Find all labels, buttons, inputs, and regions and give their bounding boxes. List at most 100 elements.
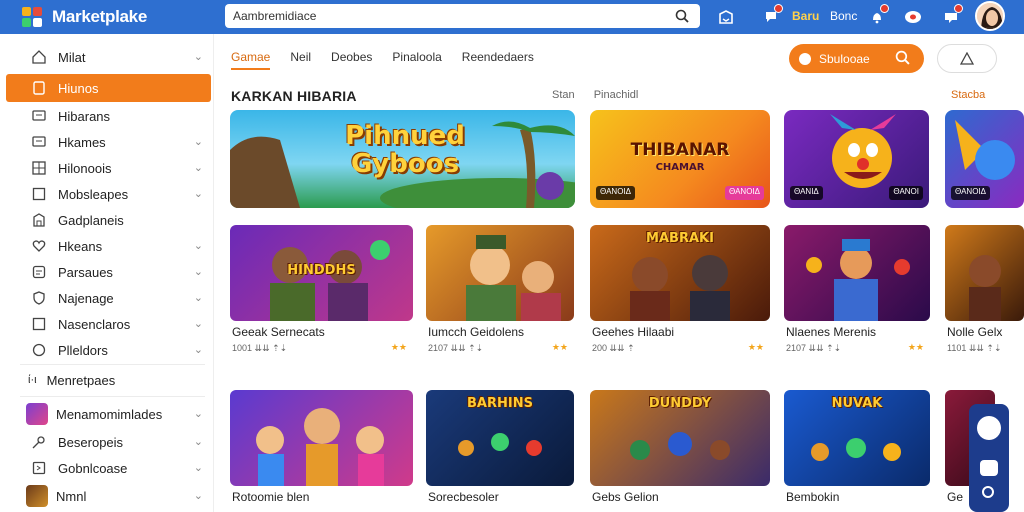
sidebar-item-menamomimlades[interactable]: Menamomimlades ⌄	[6, 401, 211, 427]
sidebar-item-hiunos[interactable]: Hiunos	[6, 74, 211, 102]
sidebar-item-label: Najenage	[58, 290, 114, 306]
header-brand-text[interactable]: Baru	[792, 9, 819, 23]
sidebar-item-nmnl[interactable]: Nmnl ⌄	[6, 483, 211, 509]
poster-title: DUNDDY	[648, 396, 712, 411]
sidebar-item-hibarans[interactable]: Hibarans	[6, 103, 211, 129]
banner-tag: ΘΑΝΙΔ	[790, 186, 823, 200]
square-icon	[30, 315, 48, 333]
app-title: Marketplake	[52, 7, 147, 26]
rewards-button[interactable]	[902, 6, 924, 28]
game-meta: 200 ⇊⇊ ⇡	[592, 343, 635, 353]
sidebar-item-hilonoois[interactable]: Hilonoois ⌄	[6, 155, 211, 181]
messages-badge	[954, 4, 963, 13]
game-card[interactable]: Rotoomie blen	[230, 390, 413, 504]
tab-pinaloola[interactable]: Pinaloola	[392, 50, 441, 70]
game-thumbnail: BARHINS	[426, 390, 574, 486]
game-thumbnail: MABRAKI	[590, 225, 770, 321]
robot-icon[interactable]	[980, 460, 998, 476]
search-button[interactable]	[664, 5, 700, 27]
promo-banner-clown[interactable]: ΘΑΝΙΔ ΘΑΝΟΙ	[784, 110, 929, 208]
filter-button[interactable]	[937, 44, 997, 73]
section-links: Stan Pinachidl	[552, 89, 654, 101]
tab-neil[interactable]: Neil	[290, 50, 311, 70]
sidebar-item-parsaues[interactable]: Parsaues ⌄	[6, 259, 211, 285]
sidebar-item-beseropeis[interactable]: Beseropeis ⌄	[6, 429, 211, 455]
poster-title: HINDDHS	[287, 263, 356, 278]
home-icon	[30, 48, 48, 66]
game-thumbnail: DUNDDY	[590, 390, 770, 486]
game-meta: 1101 ⇊⇊ ⇡⇣	[947, 343, 1002, 353]
sidebar-item-label: Hiunos	[58, 80, 99, 96]
message-icon	[30, 263, 48, 281]
game-card[interactable]: NUVAK Bembokin	[784, 390, 930, 504]
inbox-button[interactable]	[715, 6, 737, 28]
sidebar-group-header[interactable]: ί·ι Menretpaes	[6, 367, 211, 393]
sidebar-item-label: Nmnl	[56, 488, 87, 504]
floating-action-panel	[969, 404, 1009, 512]
sidebar-item-label: Mobsleapes	[58, 186, 129, 202]
banner-tag: ΘΑΝΟΙΔ	[725, 186, 764, 200]
alerts-button[interactable]	[866, 4, 889, 28]
sidebar-item-milat[interactable]: Milat ⌄	[6, 44, 211, 70]
game-card[interactable]: DUNDDY Gebs Gelion	[590, 390, 770, 504]
notification-badge	[774, 4, 783, 13]
app-logo[interactable]: Marketplake	[22, 7, 222, 27]
promo-banner-thibanar[interactable]: THIBANAR CHAMAR ΘΑΝΟΙΔ ΘΑΝΟΙΔ	[590, 110, 770, 208]
tab-deobes[interactable]: Deobes	[331, 50, 372, 70]
rating-stars: ★★	[390, 342, 407, 352]
banner-subtitle: CHAMAR	[655, 162, 705, 173]
header-user-text[interactable]: Bonc	[830, 9, 857, 23]
sidebar-item-nasenclaros[interactable]: Nasenclaros ⌄	[6, 311, 211, 337]
sidebar-item-mobsleapes[interactable]: Mobsleapes ⌄	[6, 181, 211, 207]
chevron-down-icon: ⌄	[193, 240, 203, 252]
user-avatar[interactable]	[975, 1, 1005, 31]
game-thumbnail	[945, 225, 1024, 321]
tab-gamae[interactable]: Gamae	[231, 50, 271, 70]
promo-search-button[interactable]: Sbulooae	[789, 44, 924, 73]
section-link[interactable]: Pinachidl	[594, 89, 639, 101]
game-title: Geeak Sernecats	[232, 325, 325, 339]
chevron-down-icon: ⌄	[193, 490, 203, 502]
see-all-link[interactable]: Stacba	[951, 89, 985, 101]
search-input[interactable]	[225, 5, 664, 27]
help-icon[interactable]	[982, 486, 994, 498]
featured-banner[interactable]: Pihnued Gyboos	[230, 110, 575, 208]
game-card[interactable]: Iumcch Geidolens 2107 ⇊⇊ ⇡⇣ ★★	[426, 225, 574, 353]
chevron-down-icon: ⌄	[193, 188, 203, 200]
sidebar-item-gobnlcoase[interactable]: Gobnlcoase ⌄	[6, 455, 211, 481]
game-title: Iumcch Geidolens	[428, 325, 525, 339]
sidebar-item-hkeans[interactable]: Hkeans ⌄	[6, 233, 211, 259]
game-meta: 2107 ⇊⇊ ⇡⇣	[428, 343, 484, 353]
sidebar-item-label: Hilonoois	[58, 160, 112, 176]
sidebar-divider	[20, 364, 205, 365]
sidebar-item-label: Milat	[58, 49, 86, 65]
section-link[interactable]: Stan	[552, 89, 575, 101]
sidebar-item-hkames[interactable]: Hkames ⌄	[6, 129, 211, 155]
promo-label: Sbulooae	[819, 51, 870, 66]
chat-icon	[30, 107, 48, 125]
game-card[interactable]: Nolle Gelx 1101 ⇊⇊ ⇡⇣	[945, 225, 1024, 353]
rating-stars: ★★	[747, 342, 764, 352]
inbox-icon	[719, 10, 733, 24]
promo-banner-partial[interactable]: ΘΑΝΟΙΔ	[945, 110, 1024, 208]
chat-icon	[30, 133, 48, 151]
sidebar-item-plleldors[interactable]: Plleldors ⌄	[6, 337, 211, 363]
messages-button[interactable]	[940, 4, 963, 28]
game-card[interactable]: MABRAKI Geehes Hilaabi 200 ⇊⇊ ⇡ ★★	[590, 225, 770, 353]
chevron-down-icon: ⌄	[193, 436, 203, 448]
game-card[interactable]: HINDDHS Geeak Sernecats 1001 ⇊⇊ ⇡⇣ ★★	[230, 225, 413, 353]
notifications-button[interactable]	[760, 4, 783, 28]
poster-title: NUVAK	[831, 396, 883, 411]
sidebar-item-najenage[interactable]: Najenage ⌄	[6, 285, 211, 311]
chat-support-icon[interactable]	[977, 416, 1001, 440]
game-card[interactable]: BARHINS Sorecbesoler	[426, 390, 574, 504]
rating-stars: ★★	[907, 342, 924, 352]
sidebar-item-gadplaneis[interactable]: Gadplaneis	[6, 207, 211, 233]
game-title: Sorecbesoler	[428, 490, 499, 504]
sidebar-group-prefix: ί·ι	[28, 374, 37, 386]
game-card[interactable]: Nlaenes Merenis 2107 ⇊⇊ ⇡⇣ ★★	[784, 225, 930, 353]
tab-reendedaers[interactable]: Reendedaers	[462, 50, 534, 70]
game-thumbnail	[426, 225, 574, 321]
game-meta: 2107 ⇊⇊ ⇡⇣	[786, 343, 842, 353]
chevron-down-icon: ⌄	[193, 51, 203, 63]
